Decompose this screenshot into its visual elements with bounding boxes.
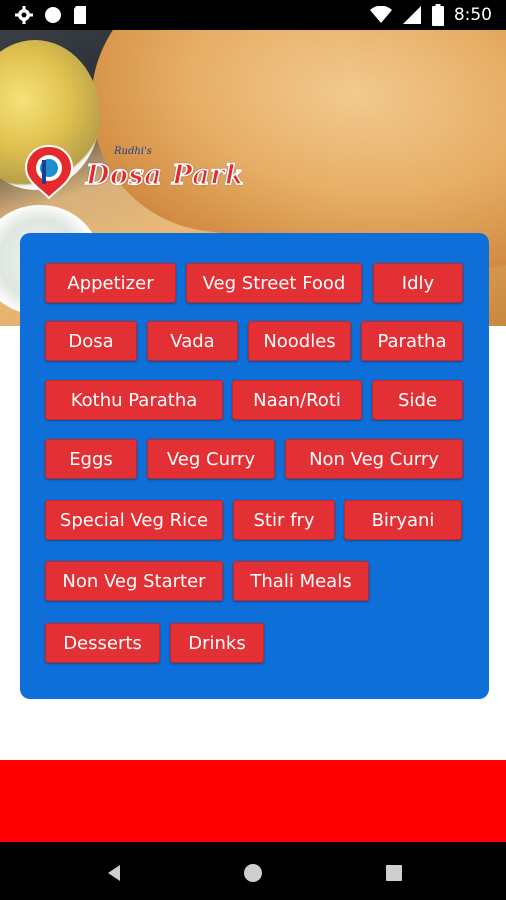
wifi-icon (369, 6, 392, 23)
category-button-thali-meals[interactable]: Thali Meals (233, 561, 369, 601)
category-button-drinks[interactable]: Drinks (170, 623, 264, 663)
battery-icon (431, 4, 444, 26)
category-panel: Appetizer Veg Street Food Idly Dosa Vada… (20, 233, 489, 699)
category-button-vada[interactable]: Vada (147, 321, 238, 361)
category-button-naan-roti[interactable]: Naan/Roti (232, 380, 362, 420)
category-button-non-veg-starter[interactable]: Non Veg Starter (45, 561, 223, 601)
signal-icon (402, 6, 421, 24)
category-button-paratha[interactable]: Paratha (361, 321, 463, 361)
category-button-eggs[interactable]: Eggs (45, 439, 137, 479)
category-button-veg-curry[interactable]: Veg Curry (147, 439, 275, 479)
logo-brand-text: Dosa Park (85, 159, 245, 192)
home-icon[interactable] (241, 861, 265, 885)
circle-icon (45, 7, 61, 23)
footer-banner (0, 760, 506, 842)
category-button-dosa[interactable]: Dosa (45, 321, 137, 361)
gear-icon (15, 6, 33, 24)
status-time: 8:50 (453, 5, 492, 25)
category-button-desserts[interactable]: Desserts (45, 623, 160, 663)
category-button-stir-fry[interactable]: Stir fry (233, 500, 335, 540)
category-button-special-veg-rice[interactable]: Special Veg Rice (45, 500, 223, 540)
category-button-kothu-paratha[interactable]: Kothu Paratha (45, 380, 223, 420)
category-button-veg-street-food[interactable]: Veg Street Food (186, 263, 362, 303)
back-icon[interactable] (102, 861, 126, 885)
category-button-noodles[interactable]: Noodles (248, 321, 351, 361)
dosa-park-logo: Rudhi's Dosa Park (22, 140, 248, 210)
sd-card-icon (74, 6, 86, 24)
status-bar: 8:50 (0, 0, 506, 30)
category-button-non-veg-curry[interactable]: Non Veg Curry (285, 439, 463, 479)
logo-tagline: Rudhi's (114, 146, 152, 157)
navigation-bar (0, 842, 506, 900)
recents-icon[interactable] (382, 861, 406, 885)
category-button-idly[interactable]: Idly (373, 263, 463, 303)
category-button-side[interactable]: Side (372, 380, 463, 420)
category-button-appetizer[interactable]: Appetizer (45, 263, 176, 303)
location-pin-logo-icon (24, 144, 74, 200)
category-button-biryani[interactable]: Biryani (344, 500, 462, 540)
